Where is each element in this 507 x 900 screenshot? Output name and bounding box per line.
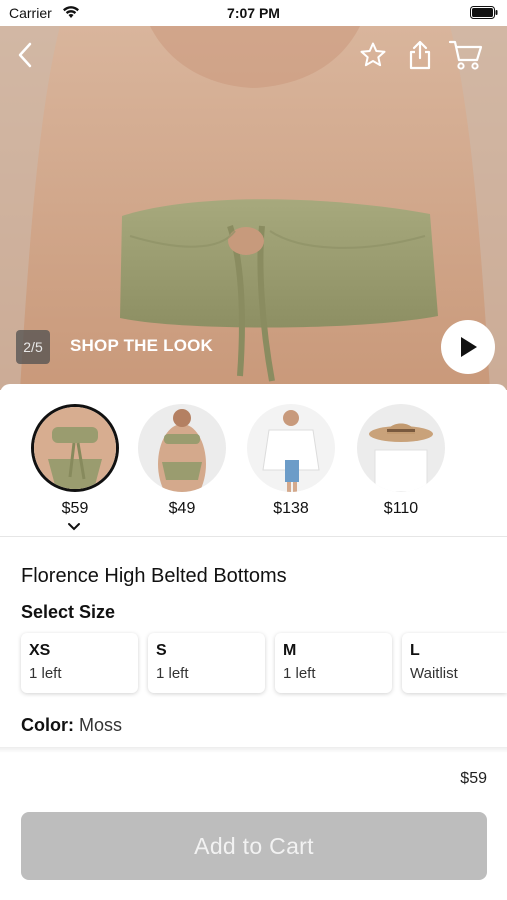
size-stock: Waitlist (410, 665, 458, 682)
size-stock: 1 left (156, 665, 189, 682)
color-row: Color: Moss (21, 715, 122, 736)
look-price: $110 (383, 500, 419, 517)
look-price: $59 (61, 500, 89, 517)
look-item-hat[interactable]: $110 (356, 404, 446, 518)
size-option-l[interactable]: L Waitlist (402, 633, 507, 693)
color-label: Color: (21, 715, 74, 735)
size-name: XS (29, 642, 51, 659)
battery-icon (470, 6, 498, 19)
image-counter-badge: 2/5 (16, 330, 50, 364)
add-to-cart-button[interactable]: Add to Cart (21, 812, 487, 880)
section-divider (0, 536, 507, 537)
share-icon (409, 40, 431, 70)
shop-the-look-carousel: $59 $49 $138 $110 (0, 384, 507, 536)
look-thumb-set (138, 404, 226, 492)
look-price: $138 (273, 500, 309, 517)
look-item-bottoms[interactable]: $59 (30, 404, 120, 518)
look-thumb-bottoms (31, 404, 119, 492)
back-arrow-icon (18, 42, 32, 68)
status-bar: Carrier 7:07 PM (0, 0, 507, 26)
share-button[interactable] (403, 38, 437, 72)
cart-button[interactable] (446, 38, 486, 72)
size-name: S (156, 642, 167, 659)
look-item-set[interactable]: $49 (137, 404, 227, 518)
look-price: $49 (168, 500, 196, 517)
cart-icon (448, 40, 483, 70)
footer-shadow (0, 747, 507, 753)
footer-price: $59 (460, 770, 487, 787)
play-icon (461, 337, 477, 357)
size-option-xs[interactable]: XS 1 left (21, 633, 138, 693)
look-thumb-hat (357, 404, 445, 492)
favorite-button[interactable] (356, 38, 390, 72)
back-button[interactable] (8, 38, 42, 72)
shop-the-look-label[interactable]: SHOP THE LOOK (70, 336, 213, 356)
size-option-m[interactable]: M 1 left (275, 633, 392, 693)
play-video-button[interactable] (441, 320, 495, 374)
product-title: Florence High Belted Bottoms (21, 565, 287, 587)
look-thumb-jacket (247, 404, 335, 492)
size-option-s[interactable]: S 1 left (148, 633, 265, 693)
size-stock: 1 left (283, 665, 316, 682)
size-name: L (410, 642, 420, 659)
select-size-label: Select Size (21, 602, 116, 622)
look-item-jacket[interactable]: $138 (246, 404, 336, 518)
star-icon (360, 42, 386, 67)
status-time: 7:07 PM (227, 5, 280, 21)
size-stock: 1 left (29, 665, 62, 682)
chevron-down-icon (68, 523, 80, 531)
size-name: M (283, 642, 297, 659)
product-hero-image[interactable]: 2/5 SHOP THE LOOK (0, 26, 507, 390)
color-value: Moss (79, 715, 123, 735)
